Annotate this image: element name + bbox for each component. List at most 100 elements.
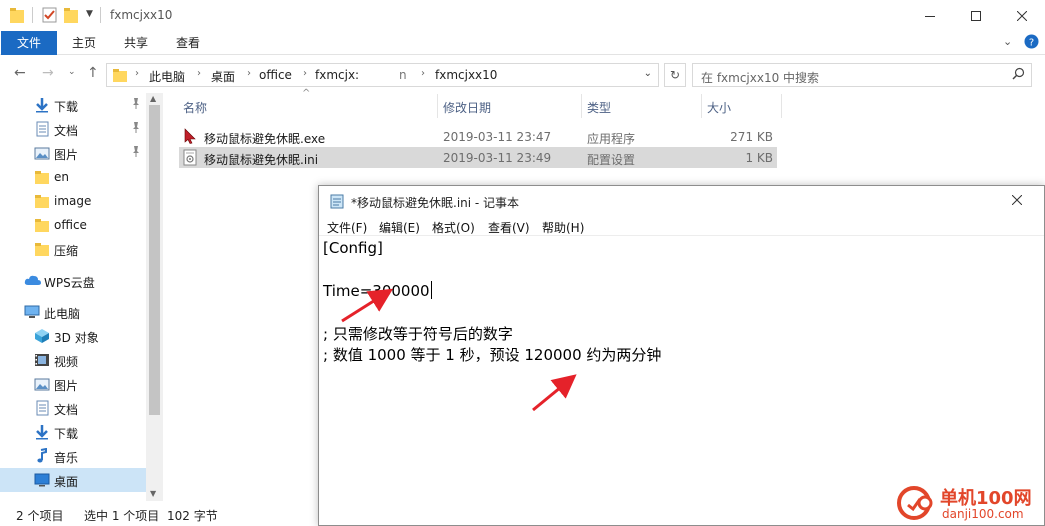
maximize-icon [971, 10, 981, 21]
watermark-url: danji100.com [942, 507, 1024, 521]
properties-check-icon[interactable] [42, 7, 57, 26]
sidebar-item[interactable]: WPS云盘 [0, 269, 146, 293]
picture-icon [34, 145, 50, 161]
address-dropdown-icon[interactable]: ⌄ [644, 68, 652, 79]
sidebar-item-label: 3D 对象 [54, 331, 99, 345]
sidebar-item-label: office [54, 218, 87, 232]
refresh-icon: ↻ [669, 68, 681, 82]
document-icon [34, 121, 50, 137]
sidebar-item-label: 图片 [54, 148, 79, 162]
sidebar-item[interactable]: 图片 [0, 372, 146, 396]
app-cursor-icon [182, 128, 198, 147]
sidebar-item[interactable]: 压缩 [0, 237, 146, 261]
breadcrumb-this-pc[interactable]: 此电脑 [149, 68, 185, 85]
sidebar-item[interactable]: 文档 [0, 117, 146, 141]
scrollbar-thumb[interactable] [149, 105, 160, 415]
divider [100, 7, 102, 26]
sidebar-item[interactable]: 音乐 [0, 444, 146, 468]
file-row-selected[interactable]: 移动鼠标避免休眠.ini 2019-03-11 23:49 配置设置 1 KB [179, 147, 777, 168]
sidebar-item-label: 下载 [54, 427, 79, 441]
sidebar-item[interactable]: 3D 对象 [0, 324, 146, 348]
search-box[interactable]: 在 fxmcjxx10 中搜索 [692, 63, 1032, 87]
notepad-close-button[interactable] [1011, 191, 1023, 209]
tab-view[interactable]: 查看 [168, 31, 208, 55]
back-arrow-icon[interactable]: ← [14, 65, 26, 81]
pin-icon[interactable] [131, 122, 141, 136]
folder-icon [34, 241, 50, 257]
menu-file[interactable]: 文件(F) [327, 219, 367, 236]
menu-help[interactable]: 帮助(H) [542, 219, 584, 236]
folder-icon [34, 169, 50, 185]
breadcrumb-current[interactable]: fxmcjxx10 [435, 68, 497, 82]
text-line: ; 只需修改等于符号后的数字 [323, 325, 513, 343]
notepad-titlebar: *移动鼠标避免休眠.ini - 记事本 [319, 186, 1044, 216]
status-bar: 2 个项目 选中 1 个项目 102 字节 [0, 501, 320, 526]
pin-icon[interactable] [131, 146, 141, 160]
quick-access-dropdown-icon[interactable]: ▼ [86, 9, 93, 19]
column-divider[interactable] [781, 94, 782, 118]
tab-share[interactable]: 共享 [116, 31, 156, 55]
minimize-icon [925, 15, 935, 17]
file-size: 271 KB [730, 130, 773, 144]
close-icon [1011, 194, 1023, 206]
breadcrumb-fxmcjx[interactable]: fxmcjx: [315, 68, 359, 82]
column-divider[interactable] [581, 94, 582, 118]
document-icon [34, 400, 50, 416]
nav-scrollbar[interactable]: ▲ ▼ [146, 93, 163, 501]
navigation-pane: 下载 文档 图片 en image office 压缩 WPS云盘 此电脑 3D 对象 视频 图片 文档… [0, 93, 162, 501]
maximize-button[interactable] [953, 0, 999, 31]
file-type: 应用程序 [587, 132, 636, 146]
sidebar-item[interactable]: 此电脑 [0, 300, 146, 324]
menu-view[interactable]: 查看(V) [488, 219, 530, 236]
sidebar-item-label: 文档 [54, 124, 79, 138]
sidebar-item[interactable]: 桌面 [0, 468, 146, 492]
sidebar-item-label: 桌面 [54, 475, 79, 489]
pin-icon[interactable] [131, 98, 141, 112]
refresh-button[interactable]: ↻ [664, 63, 686, 87]
file-row[interactable]: 移动鼠标避免休眠.exe 2019-03-11 23:47 应用程序 271 K… [179, 126, 777, 147]
recent-locations-chevron-icon[interactable]: ⌄ [68, 67, 76, 77]
sidebar-item[interactable]: 下载 [0, 93, 146, 117]
text-line: [Config] [323, 239, 383, 257]
scroll-up-icon[interactable]: ▲ [150, 94, 156, 103]
search-icon [1012, 67, 1025, 84]
close-button[interactable] [999, 0, 1045, 31]
help-icon[interactable]: ? [1024, 34, 1039, 52]
address-bar[interactable]: › 此电脑 › 桌面 › office › fxmcjx: n › fxmcjx… [106, 63, 659, 87]
new-folder-icon[interactable] [64, 7, 78, 26]
tab-file[interactable]: 文件 [1, 31, 57, 55]
column-divider[interactable] [701, 94, 702, 118]
divider [32, 7, 34, 26]
up-arrow-icon[interactable]: ↑ [87, 65, 99, 81]
status-item-count: 2 个项目 [16, 509, 64, 523]
ribbon-tabs: 文件 主页 共享 查看 ⌄ ? [0, 31, 1045, 55]
sidebar-item[interactable]: 视频 [0, 348, 146, 372]
notepad-title: *移动鼠标避免休眠.ini - 记事本 [351, 196, 520, 210]
sidebar-item[interactable]: office [0, 213, 146, 237]
forward-arrow-icon[interactable]: → [42, 65, 54, 81]
sidebar-item[interactable]: 下载 [0, 420, 146, 444]
cloud-icon [24, 273, 41, 289]
minimize-button[interactable] [907, 0, 953, 31]
menu-format[interactable]: 格式(O) [432, 219, 475, 236]
site-watermark: 单机100网 danji100.com [896, 481, 1042, 525]
menu-edit[interactable]: 编辑(E) [379, 219, 420, 236]
window-title: fxmcjxx10 [110, 8, 173, 22]
ribbon-expand-icon[interactable]: ⌄ [1003, 35, 1012, 48]
sidebar-item[interactable]: image [0, 189, 146, 213]
scroll-down-icon[interactable]: ▼ [150, 489, 156, 498]
breadcrumb-office[interactable]: office [259, 68, 292, 82]
breadcrumb-partial[interactable]: n [399, 68, 407, 82]
sidebar-item-label: 压缩 [54, 244, 79, 258]
tab-home[interactable]: 主页 [64, 31, 104, 55]
danji-logo-icon [897, 486, 933, 520]
sidebar-item[interactable]: en [0, 165, 146, 189]
sidebar-item-label: 音乐 [54, 451, 79, 465]
sidebar-item[interactable]: 图片 [0, 141, 146, 165]
breadcrumb-desktop[interactable]: 桌面 [211, 68, 235, 85]
text-caret [430, 281, 432, 299]
breadcrumb-separator-icon: › [421, 68, 425, 79]
column-divider[interactable] [437, 94, 438, 118]
sidebar-item[interactable]: 文档 [0, 396, 146, 420]
file-size: 1 KB [745, 151, 773, 165]
